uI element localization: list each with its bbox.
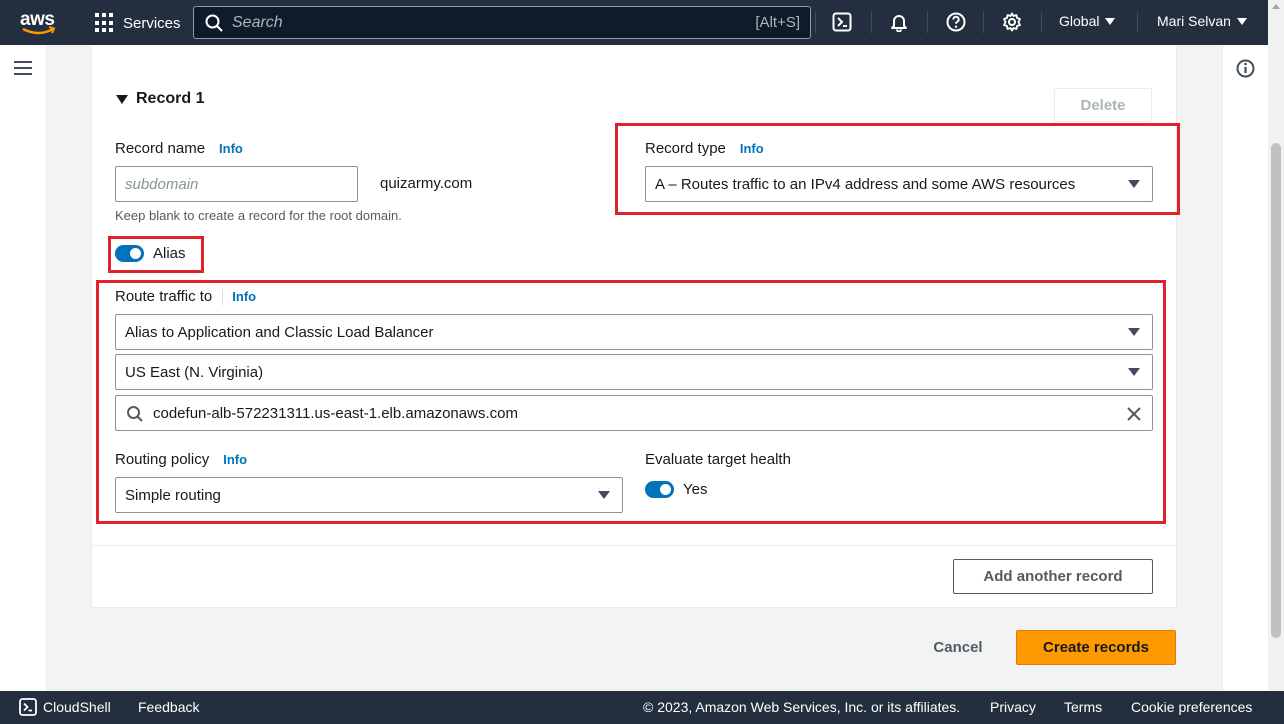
left-navigation-panel [0,45,47,691]
nav-divider [1041,12,1042,33]
grid-menu-icon [95,13,115,33]
nav-divider [815,12,816,33]
page-scrollbar[interactable] [1268,0,1284,691]
caret-down-icon [1128,180,1140,188]
user-name: Mari Selvan [1157,13,1231,29]
evaluate-health-label: Evaluate target health [645,451,791,468]
record-name-label: Record name [115,140,206,157]
evaluate-health-toggle-row[interactable]: Yes [645,481,707,498]
cloudshell-icon [19,698,37,716]
endpoint-region-select[interactable]: US East (N. Virginia) [115,354,1153,390]
global-search[interactable]: [Alt+S] [193,6,811,39]
alias-label: Alias [153,245,186,262]
services-menu-button[interactable]: Services [95,12,181,34]
search-icon [127,406,143,422]
record-name-input[interactable] [115,166,358,202]
nav-divider [983,12,984,33]
routing-policy-label-row: Routing policy Info [115,451,247,469]
routing-policy-info-link[interactable]: Info [223,452,247,467]
region-label: Global [1059,13,1100,29]
record-title: Record 1 [136,90,205,107]
caret-down-icon [1128,328,1140,336]
services-label: Services [123,14,181,32]
delete-button[interactable]: Delete [1054,88,1152,122]
caret-down-icon [1105,17,1116,25]
evaluate-health-value: Yes [683,481,708,498]
feedback-link[interactable]: Feedback [138,699,199,715]
cloudshell-footer-button[interactable]: CloudShell [19,698,111,716]
caret-down-icon [1236,17,1247,25]
terms-link[interactable]: Terms [1064,699,1102,715]
routing-policy-label: Routing policy [115,451,210,468]
privacy-link[interactable]: Privacy [990,699,1036,715]
cloudshell-label: CloudShell [43,699,111,715]
cookie-preferences-link[interactable]: Cookie preferences [1131,699,1252,715]
record-type-select[interactable]: A – Routes traffic to an IPv4 address an… [645,166,1153,202]
bell-icon[interactable] [887,10,911,34]
create-records-button[interactable]: Create records [1016,630,1176,665]
nav-divider [871,12,872,33]
add-another-record-button[interactable]: Add another record [953,559,1153,594]
routing-policy-value: Simple routing [125,486,221,504]
gear-icon[interactable] [1000,10,1024,34]
alias-toggle[interactable] [115,245,144,262]
triangle-down-icon [116,94,128,104]
record-name-label-row: Record name Info [115,140,243,158]
menu-icon[interactable] [14,61,32,75]
endpoint-region-value: US East (N. Virginia) [125,363,264,381]
account-menu[interactable]: Mari Selvan [1157,13,1247,29]
record-type-info-link[interactable]: Info [740,141,764,156]
copyright-text: © 2023, Amazon Web Services, Inc. or its… [643,699,961,715]
help-icon[interactable] [944,10,968,34]
evaluate-health-toggle[interactable] [645,481,674,498]
scroll-up-icon[interactable] [1272,4,1280,9]
cloudshell-icon[interactable] [830,10,854,34]
route-traffic-info-link[interactable]: Info [232,289,256,304]
caret-down-icon [1128,368,1140,376]
route-traffic-label-row: Route traffic to Info [115,288,256,306]
load-balancer-autosuggest[interactable]: codefun-alb-572231311.us-east-1.elb.amaz… [115,395,1153,431]
label-divider [222,288,224,305]
search-icon [205,14,223,32]
load-balancer-value: codefun-alb-572231311.us-east-1.elb.amaz… [153,404,518,422]
endpoint-type-select[interactable]: Alias to Application and Classic Load Ba… [115,314,1153,350]
record-type-label-row: Record type Info [645,140,764,158]
close-icon[interactable] [1126,406,1142,422]
record-type-label: Record type [645,140,726,157]
nav-divider [927,12,928,33]
region-selector[interactable]: Global [1059,13,1116,29]
caret-down-icon [598,491,610,499]
endpoint-type-value: Alias to Application and Classic Load Ba… [125,323,434,341]
card-divider [91,545,1177,546]
aws-smile-icon [22,26,56,35]
routing-policy-select[interactable]: Simple routing [115,477,623,513]
scrollbar-thumb[interactable] [1271,143,1281,638]
info-panel-icon[interactable] [1236,59,1255,78]
record-name-hint: Keep blank to create a record for the ro… [115,208,402,223]
cancel-button[interactable]: Cancel [916,631,1000,664]
record-type-value: A – Routes traffic to an IPv4 address an… [655,175,1076,193]
domain-suffix: quizarmy.com [380,175,473,192]
footer: CloudShell Feedback © 2023, Amazon Web S… [0,691,1284,724]
record-expand-toggle[interactable]: Record 1 [116,90,204,108]
aws-logo[interactable]: aws [20,9,58,35]
search-input[interactable] [232,11,712,35]
record-name-info-link[interactable]: Info [219,141,243,156]
alias-toggle-row[interactable]: Alias [115,245,186,262]
route-traffic-label: Route traffic to [115,288,213,305]
nav-divider [1137,12,1138,33]
search-shortcut-hint: [Alt+S] [755,14,800,31]
top-navigation: aws Services [Alt+S] Global [0,0,1268,45]
right-tools-panel [1222,45,1268,691]
